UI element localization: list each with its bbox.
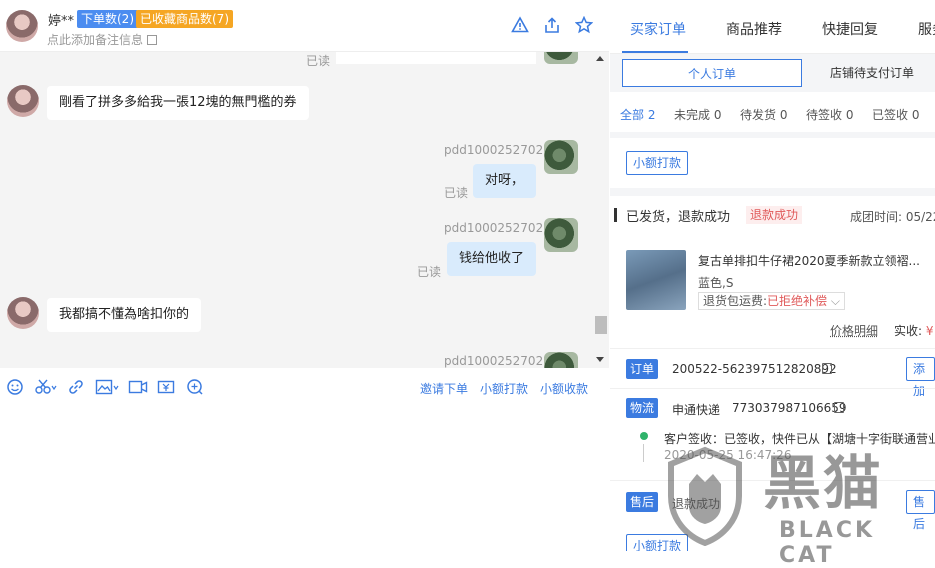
read-status: 已读 [417,263,441,280]
scroll-thumb[interactable] [595,316,607,334]
paid-amount: 实收: ¥ [894,322,934,339]
copy-icon[interactable] [834,402,844,413]
copy-icon[interactable] [822,363,832,374]
side-panel: 买家订单 商品推荐 快捷回复 服务 个人订单 店铺待支付订单 全部 2 未完成 … [610,0,935,551]
order-filters: 全部 2 未完成 0 待发货 0 待签收 0 已签收 0 [610,92,935,132]
product-title[interactable]: 复古单排扣牛仔裙2020夏季新款立领褶... [698,252,920,269]
message-sender: pdd10002527025 [444,354,551,368]
edit-icon [147,35,157,45]
agent-avatar [544,52,578,64]
tab-product-recommend[interactable]: 商品推荐 [726,19,782,39]
order-number: 200522-562397512820892 [672,362,837,376]
customer-avatar [7,85,39,117]
compose-toolbar: 邀请下单 小额打款 小额收款 [0,368,609,406]
message-input[interactable] [0,406,609,551]
tracking-time: 2020-05-25 16:47:26 [664,448,791,462]
small-payment-button[interactable]: 小额打款 [626,151,688,175]
small-payment-button[interactable]: 小额打款 [626,534,688,551]
add-button[interactable]: 添加 [906,357,935,381]
add-note-link[interactable]: 点此添加备注信息 [47,31,157,48]
tab-quick-reply[interactable]: 快捷回复 [822,19,878,39]
refund-status-badge: 退款成功 [746,206,802,224]
customer-avatar [7,297,39,329]
share-icon[interactable] [543,16,561,34]
link-icon[interactable] [67,378,85,396]
paid-value: ¥ [926,324,934,338]
scrollbar[interactable] [595,52,605,368]
agent-avatar [544,140,578,174]
chevron-down-icon: ⌵ [831,294,840,308]
invite-order-link[interactable]: 邀请下单 [420,380,468,397]
agent-avatar [544,352,578,368]
message-bubble-in[interactable]: 我都搞不懂為啥扣你的 [47,298,201,332]
message-bubble-out[interactable]: 钱给他收了 [447,242,536,276]
favorites-count-badge[interactable]: 已收藏商品数(7) [136,10,233,28]
quick-actions-card: 小额打款 [610,138,935,188]
order-search-icon[interactable] [186,378,204,396]
filter-unfinished[interactable]: 未完成 0 [674,106,721,123]
tab-service[interactable]: 服务 [918,19,935,39]
emoji-icon[interactable] [6,378,24,396]
read-status: 已读 [444,184,468,201]
small-payment-link[interactable]: 小额打款 [480,380,528,397]
star-icon[interactable] [575,16,593,34]
small-collect-link[interactable]: 小额收款 [540,380,588,397]
filter-received[interactable]: 已签收 0 [872,106,919,123]
filter-to-receive[interactable]: 待签收 0 [806,106,853,123]
divider [610,480,935,481]
order-status-text: 已发货，退款成功 [626,210,730,225]
after-sale-status: 退款成功 [672,495,720,512]
side-tabs: 买家订单 商品推荐 快捷回复 服务 [610,0,935,54]
image-icon[interactable] [95,378,121,396]
group-deal-time: 成团时间: 05/22 [850,208,935,225]
order-status: 已发货，退款成功 [626,206,730,225]
message-list[interactable]: 已读 剛看了拼多多給我一張12塊的無門檻的券 pdd10002527025 已读… [0,52,609,368]
customer-avatar[interactable] [6,10,38,42]
price-detail-link[interactable]: 价格明细 [830,322,878,339]
after-sale-label: 售后 [626,492,658,512]
paid-label: 实收: [894,324,922,338]
header-actions [511,16,593,34]
chat-header: 婷** 下单数(2) 已收藏商品数(7) 点此添加备注信息 [0,0,609,52]
order-count-badge[interactable]: 下单数(2) [77,10,138,28]
after-sale-button[interactable]: 售后 [906,490,935,514]
chat-pane: 婷** 下单数(2) 已收藏商品数(7) 点此添加备注信息 已读 剛看了拼多多給… [0,0,609,551]
segment-shop-pending-orders[interactable]: 店铺待支付订单 [802,59,935,87]
scissors-icon[interactable] [34,378,58,396]
customer-name: 婷** [48,10,74,29]
divider [610,348,935,349]
scroll-up-arrow-icon[interactable] [596,56,604,61]
image-message[interactable] [336,52,536,64]
read-status: 已读 [306,52,330,69]
tracking-latest-event: 客户签收：已签收，快件已从【湖塘十字街联通营业 [664,430,935,447]
product-spec: 蓝色,S [698,274,733,291]
message-sender: pdd10002527025 [444,221,551,235]
order-label: 订单 [626,359,658,379]
scroll-down-arrow-icon[interactable] [596,357,604,362]
status-dot-icon [640,432,648,440]
ship-fee-label: 退货包运费: [703,294,767,308]
message-bubble-out[interactable]: 对呀， [473,164,536,198]
filter-all[interactable]: 全部 2 [620,106,655,123]
timeline-line [643,444,644,462]
divider [610,388,935,389]
segment-personal-orders[interactable]: 个人订单 [622,59,802,87]
courier-name: 申通快递 [672,401,720,418]
add-note-text: 点此添加备注信息 [47,33,143,47]
message-sender: pdd10002527025 [444,143,551,157]
warning-icon[interactable] [511,16,529,34]
agent-avatar [544,218,578,252]
tab-buyer-orders[interactable]: 买家订单 [630,19,686,39]
message-bubble-in[interactable]: 剛看了拼多多給我一張12塊的無門檻的券 [47,86,309,120]
logistics-label: 物流 [626,398,658,418]
return-shipping-fee[interactable]: 退货包运费:已拒绝补偿 ⌵ [698,292,845,310]
ship-fee-value: 已拒绝补偿 [767,294,827,308]
coupon-icon[interactable] [157,378,175,396]
filter-to-ship[interactable]: 待发货 0 [740,106,787,123]
product-thumbnail[interactable] [626,250,686,310]
tracking-number: 773037987106659 [732,401,847,415]
video-icon[interactable] [128,378,148,396]
active-tab-indicator [622,51,688,53]
